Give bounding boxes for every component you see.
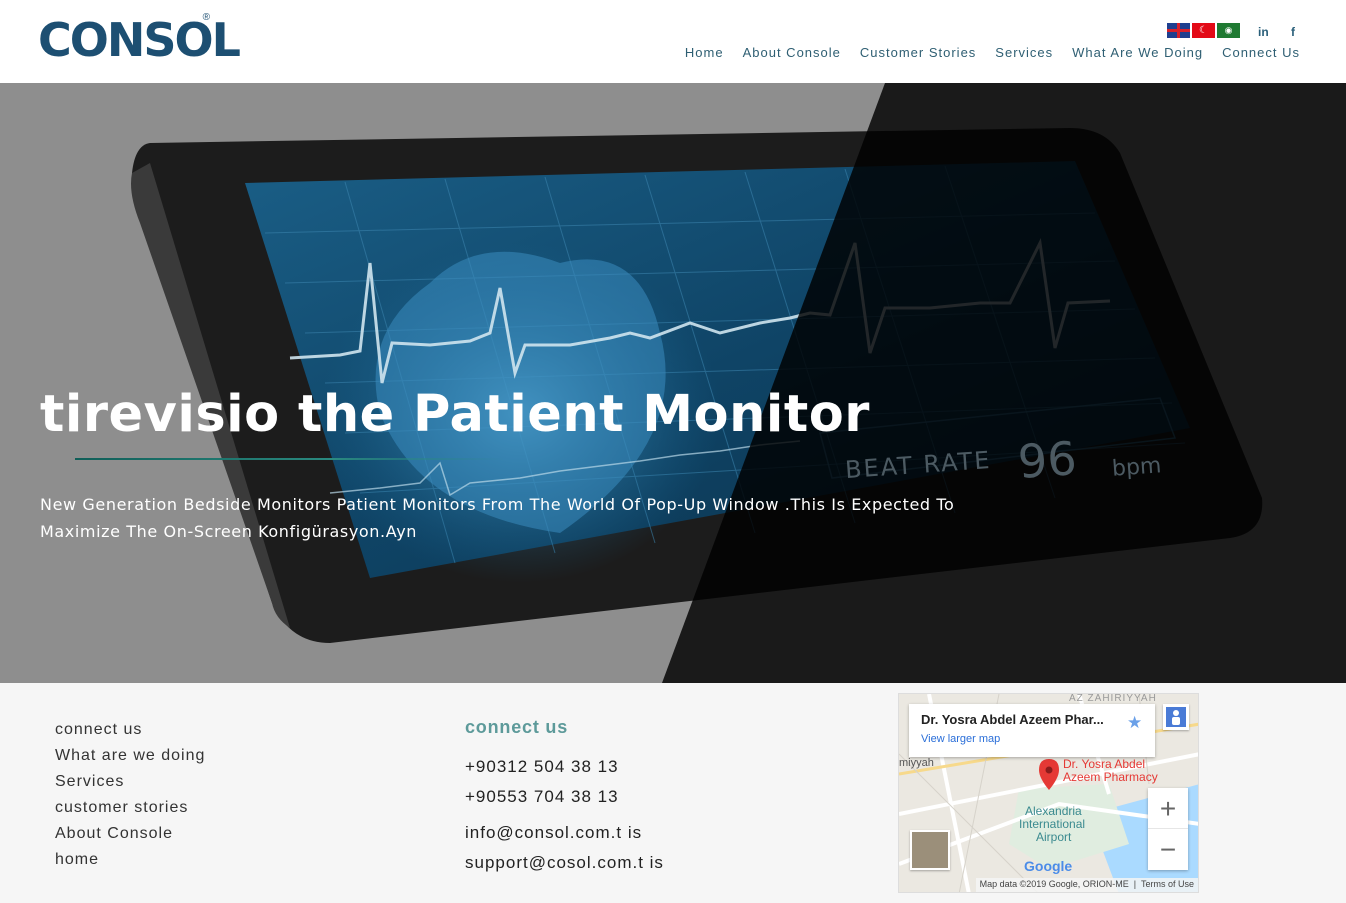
phone-number[interactable]: +90312 504 38 13 xyxy=(465,752,664,782)
hero-description: New Generation Bedside Monitors Patient … xyxy=(40,495,955,541)
view-larger-map-link[interactable]: View larger map xyxy=(921,733,1143,745)
beat-rate-value: 96 xyxy=(1016,431,1079,489)
nav-about-console[interactable]: About Console xyxy=(743,45,841,60)
site-header: CONSOL ® ☾ ◉ in f Home About Console Cus… xyxy=(0,0,1346,83)
hero-banner: BEAT RATE 96 bpm tirevisio the Patient M… xyxy=(0,83,1346,683)
save-star-icon[interactable]: ★ xyxy=(1127,713,1142,733)
main-nav: Home About Console Customer Stories Serv… xyxy=(685,45,1300,60)
map-area-left: miyyah xyxy=(899,757,934,769)
nav-connect-us[interactable]: Connect Us xyxy=(1222,45,1300,60)
phone-number[interactable]: +90553 704 38 13 xyxy=(465,782,664,812)
map-zoom-controls: + − xyxy=(1148,788,1188,870)
map-airport-label: Alexandria xyxy=(1025,804,1082,818)
english-flag-icon[interactable] xyxy=(1167,23,1190,38)
nav-services[interactable]: Services xyxy=(995,45,1053,60)
map-place-title: Dr. Yosra Abdel Azeem Phar... xyxy=(921,712,1104,727)
terms-of-use-link[interactable]: Terms of Use xyxy=(1141,879,1194,889)
google-logo: Google xyxy=(1024,858,1073,874)
hero-title: tirevisio the Patient Monitor xyxy=(40,385,870,444)
contact-title: connect us xyxy=(465,717,569,737)
facebook-icon[interactable]: f xyxy=(1291,25,1295,39)
footer-link-about-console[interactable]: About Console xyxy=(55,821,205,847)
footer-links: connect us What are we doing Services cu… xyxy=(55,717,205,873)
satellite-toggle[interactable] xyxy=(910,830,950,870)
turkish-flag-icon[interactable]: ☾ xyxy=(1192,23,1215,38)
footer-link-customer-stories[interactable]: customer stories xyxy=(55,795,205,821)
arabic-flag-icon[interactable]: ◉ xyxy=(1217,23,1240,38)
street-view-pegman-icon[interactable] xyxy=(1163,704,1189,730)
language-switcher: ☾ ◉ xyxy=(1167,23,1240,38)
email-address[interactable]: support@cosol.com.t is xyxy=(465,848,664,878)
map-pin-label: Dr. Yosra Abdel xyxy=(1063,757,1146,771)
beat-rate-unit: bpm xyxy=(1111,453,1163,482)
footer-link-connect-us[interactable]: connect us xyxy=(55,717,205,743)
site-footer: connect us What are we doing Services cu… xyxy=(0,683,1346,903)
hero-divider xyxy=(75,458,505,460)
footer-link-services[interactable]: Services xyxy=(55,769,205,795)
patient-monitor-image xyxy=(0,83,1346,683)
footer-contact: connect us +90312 504 38 13 +90553 704 3… xyxy=(465,717,664,878)
linkedin-icon[interactable]: in xyxy=(1258,25,1269,39)
nav-what-are-we-doing[interactable]: What Are We Doing xyxy=(1072,45,1203,60)
map-place-card: Dr. Yosra Abdel Azeem Phar... View large… xyxy=(909,704,1155,757)
nav-home[interactable]: Home xyxy=(685,45,724,60)
map-pin-label: Azeem Pharmacy xyxy=(1063,770,1158,784)
map-attribution: Map data ©2019 Google, ORION-ME | Terms … xyxy=(975,878,1198,892)
map-data-credit: Map data ©2019 Google, ORION-ME xyxy=(979,879,1129,889)
footer-link-home[interactable]: home xyxy=(55,847,205,873)
footer-link-what-are-we-doing[interactable]: What are we doing xyxy=(55,743,205,769)
zoom-in-button[interactable]: + xyxy=(1148,788,1188,829)
google-map[interactable]: AZ ZAHIRIYYAH miyyah Dr. Yosra Abdel Aze… xyxy=(898,693,1199,893)
map-airport-label: International xyxy=(1019,817,1086,831)
registered-mark: ® xyxy=(202,12,210,23)
map-airport-label: Airport xyxy=(1036,830,1072,844)
zoom-out-button[interactable]: − xyxy=(1148,829,1188,870)
consol-logo[interactable]: CONSOL ® xyxy=(38,12,241,66)
email-address[interactable]: info@consol.com.t is xyxy=(465,818,664,848)
nav-customer-stories[interactable]: Customer Stories xyxy=(860,45,976,60)
map-area-top: AZ ZAHIRIYYAH xyxy=(1069,693,1157,704)
